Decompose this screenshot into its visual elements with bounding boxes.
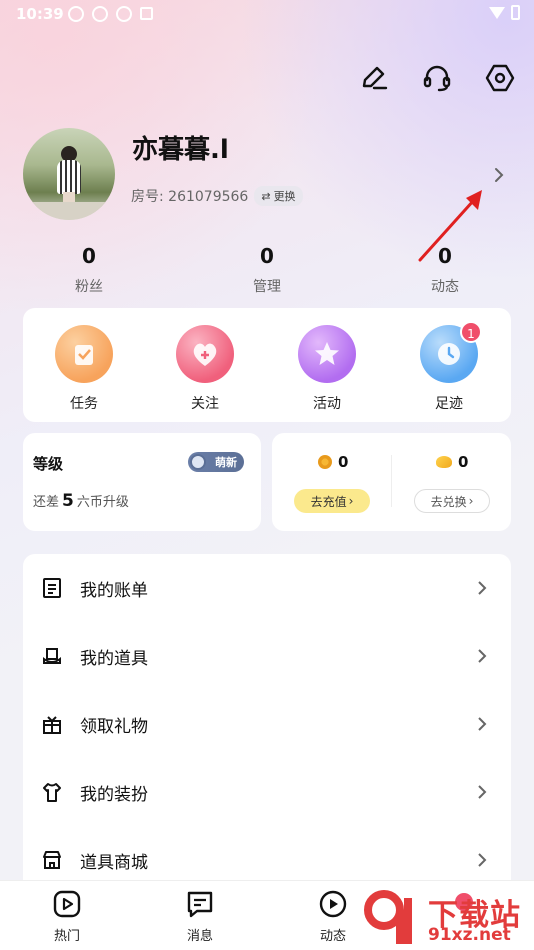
recharge-button[interactable]: 去充值 › [294,489,370,513]
nav-label: 热门 [53,929,80,944]
exchange-button[interactable]: 去兑换 › [414,489,490,513]
exchange-label: 去兑换 [430,494,467,509]
level-badge: 萌新 [188,452,244,472]
level-note-value: 5 [62,491,74,511]
battery-icon [511,5,520,20]
level-title: 等级 [33,455,64,473]
shirt-icon [43,783,61,802]
app-notification-icon [92,6,108,22]
level-card[interactable]: 等级 萌新 还差 5 六币升级 [23,433,261,531]
level-note-suffix: 六币升级 [76,495,129,510]
store-icon [43,851,61,869]
bean-value: 0 [458,453,469,471]
play-square-icon [53,890,81,918]
wallet-card: 0 0 去充值 › 去兑换 › [272,433,511,531]
chevron-right-icon: › [348,494,354,508]
quick-action-label: 活动 [313,396,341,412]
nav-tab-feed[interactable]: 动态 [298,889,368,944]
stat-posts[interactable]: 0 动态 [400,244,490,296]
recharge-label: 去充值 [310,494,347,509]
avatar[interactable] [23,128,115,220]
divider [391,455,392,507]
bean-icon [436,456,452,468]
quick-action-follow[interactable]: 关注 [165,325,245,413]
quick-actions-card: 任务 关注 活动 1 足迹 [23,308,511,422]
settings-icon[interactable] [484,62,516,94]
status-bar: 10:39 [0,0,534,30]
level-note-prefix: 还差 [33,495,60,510]
system-status [489,5,520,20]
chevron-right-icon [478,581,487,595]
stat-label: 动态 [431,279,459,295]
quick-action-label: 任务 [70,396,98,412]
stat-value: 0 [82,244,96,268]
play-circle-icon [319,890,347,918]
stat-label: 粉丝 [75,279,103,295]
task-icon [55,325,113,383]
chevron-right-icon: › [468,494,474,508]
nav-tab-hot[interactable]: 热门 [32,889,102,944]
hat-icon [43,648,61,664]
chevron-right-icon [478,853,487,867]
watermark-url: 91xz.net [428,925,511,945]
app-notification-icon [116,6,132,22]
notification-badge: 1 [460,321,482,343]
level-badge-label: 萌新 [215,456,237,469]
chevron-right-icon [478,717,487,731]
level-progress-note: 还差 5 六币升级 [33,491,129,511]
coin-balance: 0 [318,453,348,471]
nav-label: 动态 [319,929,346,944]
username: 亦暮暮.l [132,135,229,165]
nav-label: 消息 [186,929,213,944]
app-notification-icon [68,6,84,22]
menu-item-label: 道具商城 [80,852,148,873]
notification-icons [68,6,153,22]
nav-tab-messages[interactable]: 消息 [165,889,235,944]
headset-icon[interactable] [421,62,453,94]
stat-label: 管理 [253,279,281,295]
coin-icon [318,455,332,469]
menu-item-label: 我的账单 [80,580,148,601]
watermark: 下载站 91xz.net [362,888,532,948]
message-icon [187,891,213,918]
menu-item-label: 领取礼物 [80,716,148,737]
chevron-right-icon [478,649,487,663]
heart-icon [176,325,234,383]
menu-card: 我的账单 我的道具 领取礼物 我的装扮 道具商城 [23,554,511,884]
room-label: 房号: 261079566 [131,189,249,205]
stat-fans[interactable]: 0 粉丝 [44,244,134,296]
receipt-icon [43,578,61,598]
edit-icon[interactable] [358,62,390,94]
switch-room-button[interactable]: ⇄ 更换 [254,186,303,206]
quick-action-tasks[interactable]: 任务 [44,325,124,413]
menu-item-props[interactable]: 我的道具 [23,622,511,690]
coin-value: 0 [338,453,349,471]
menu-item-gifts[interactable]: 领取礼物 [23,690,511,758]
quick-action-label: 足迹 [435,396,463,412]
status-time: 10:39 [16,5,64,23]
quick-action-events[interactable]: 活动 [287,325,367,413]
chevron-right-icon [478,785,487,799]
clock-icon: 1 [420,321,482,383]
menu-item-label: 我的装扮 [80,784,148,805]
room-number: 房号: 261079566 ⇄ 更换 [131,186,303,206]
quick-action-label: 关注 [191,396,219,412]
wifi-icon [489,6,505,19]
switch-room-label: 更换 [273,190,296,203]
stat-admins[interactable]: 0 管理 [222,244,312,296]
menu-item-label: 我的道具 [80,648,148,669]
quick-action-history[interactable]: 1 足迹 [409,321,489,413]
bean-balance: 0 [436,453,468,471]
menu-item-bills[interactable]: 我的账单 [23,554,511,622]
stat-value: 0 [438,244,452,268]
star-icon [298,325,356,383]
level-badge-icon [190,454,206,470]
app-notification-icon [140,7,153,20]
watermark-logo-icon [364,890,412,944]
gift-icon [43,716,61,734]
menu-item-outfit[interactable]: 我的装扮 [23,758,511,826]
stat-value: 0 [260,244,274,268]
swap-icon: ⇄ [261,189,271,203]
